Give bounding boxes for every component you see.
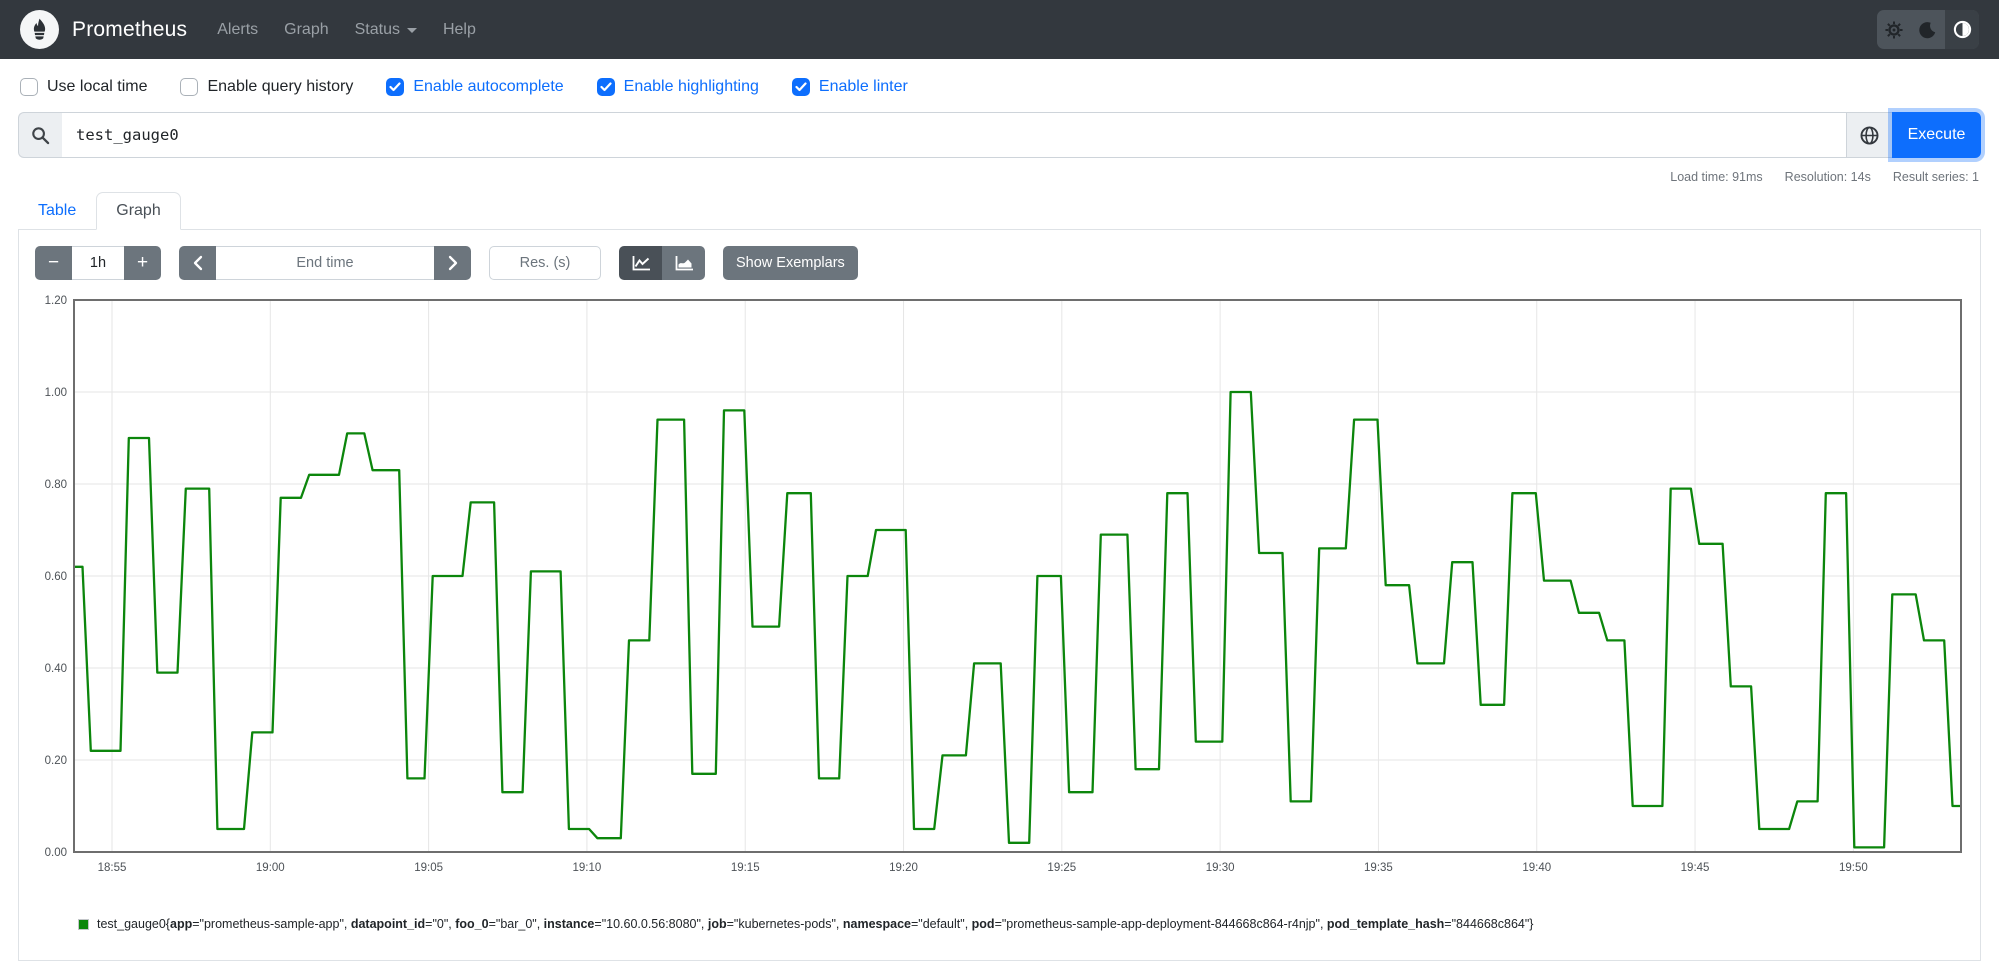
nav-item-graph[interactable]: Graph [284, 21, 328, 39]
svg-text:1.00: 1.00 [45, 387, 67, 399]
svg-text:19:40: 19:40 [1522, 862, 1551, 874]
option-use-local-time[interactable]: Use local time [20, 78, 147, 96]
query-bar: Execute [18, 112, 1981, 158]
query-stats: Load time: 91ms Resolution: 14s Result s… [0, 158, 1999, 188]
svg-text:0.20: 0.20 [45, 755, 67, 767]
svg-text:1.20: 1.20 [45, 295, 67, 307]
option-enable-highlighting[interactable]: Enable highlighting [596, 78, 759, 96]
svg-text:19:20: 19:20 [889, 862, 918, 874]
search-addon [18, 112, 62, 158]
auto-theme-button[interactable] [1945, 10, 1979, 49]
moon-icon [1919, 21, 1936, 38]
chevron-left-icon [193, 255, 202, 271]
option-label: Enable linter [818, 78, 908, 95]
svg-text:19:15: 19:15 [731, 862, 760, 874]
metrics-explorer-button[interactable] [1846, 112, 1892, 158]
svg-text:19:00: 19:00 [256, 862, 285, 874]
execute-button[interactable]: Execute [1892, 112, 1981, 158]
dark-theme-button[interactable] [1911, 10, 1945, 49]
svg-text:0.00: 0.00 [45, 847, 67, 859]
range-input[interactable] [72, 246, 124, 280]
graph-panel: − + [18, 230, 1981, 961]
svg-text:19:45: 19:45 [1681, 862, 1710, 874]
resolution-stat: Resolution: 14s [1784, 170, 1871, 184]
nav-menu: Alerts Graph Status Help [217, 21, 476, 39]
prometheus-logo[interactable] [20, 10, 59, 49]
svg-text:19:50: 19:50 [1839, 862, 1868, 874]
show-exemplars-button[interactable]: Show Exemplars [723, 246, 858, 280]
checked-checkbox-icon[interactable] [596, 78, 615, 96]
chevron-down-icon [406, 28, 417, 33]
unchecked-checkbox[interactable] [20, 78, 38, 96]
svg-text:19:25: 19:25 [1047, 862, 1076, 874]
query-options-row: Use local time Enable query history Enable… [0, 59, 1999, 110]
gear-icon [1885, 20, 1903, 39]
decrease-range-button[interactable]: − [35, 246, 72, 280]
shift-time-back-button[interactable] [179, 246, 216, 280]
panel-tabs: Table Graph [18, 192, 1981, 230]
app-title[interactable]: Prometheus [72, 18, 187, 42]
shift-time-forward-button[interactable] [434, 246, 471, 280]
line-chart-toggle-button[interactable] [619, 246, 662, 280]
svg-text:18:55: 18:55 [98, 862, 127, 874]
theme-toggle-group [1877, 10, 1979, 49]
series-color-swatch [78, 918, 89, 930]
series-label-text: test_gauge0{app="prometheus-sample-app",… [97, 917, 1534, 931]
unchecked-checkbox[interactable] [180, 78, 199, 96]
option-label: Enable autocomplete [413, 78, 564, 95]
line-chart-icon [632, 255, 650, 270]
svg-text:19:30: 19:30 [1206, 862, 1235, 874]
checked-checkbox-icon[interactable] [386, 78, 405, 96]
chevron-right-icon [448, 255, 457, 271]
resolution-input[interactable] [489, 246, 601, 280]
prometheus-torch-icon [33, 18, 46, 40]
option-enable-query-history[interactable]: Enable query history [180, 78, 353, 96]
globe-icon [1860, 126, 1879, 144]
increase-range-button[interactable]: + [124, 246, 161, 280]
nav-item-status-dropdown[interactable]: Status [355, 21, 417, 39]
option-enable-linter[interactable]: Enable linter [791, 78, 908, 96]
load-time-stat: Load time: 91ms [1670, 170, 1763, 184]
nav-item-alerts[interactable]: Alerts [217, 21, 258, 39]
svg-text:19:05: 19:05 [414, 862, 443, 874]
graph-chart[interactable]: 0.00 0.20 0.40 0.60 0.80 1.00 1.20 18:55 19:00 19… [34, 294, 1965, 893]
stacked-chart-toggle-button[interactable] [662, 246, 705, 280]
svg-text:0.40: 0.40 [45, 663, 67, 675]
time-series-chart[interactable]: 0.00 0.20 0.40 0.60 0.80 1.00 1.20 18:55 19:00 19… [34, 294, 1971, 888]
series-legend[interactable]: test_gauge0{app="prometheus-sample-app",… [78, 917, 1965, 931]
chart-type-toggle-group [619, 246, 705, 280]
nav-item-help[interactable]: Help [443, 21, 476, 39]
stacked-area-chart-icon [675, 255, 693, 270]
option-label: Enable highlighting [623, 78, 759, 95]
checked-checkbox-icon[interactable] [791, 78, 810, 96]
light-theme-button[interactable] [1877, 10, 1911, 49]
navbar: Prometheus Alerts Graph Status Help [0, 0, 1999, 59]
graph-controls: − + [35, 246, 1965, 280]
option-enable-autocomplete[interactable]: Enable autocomplete [386, 78, 564, 96]
contrast-half-circle-icon [1953, 20, 1971, 39]
range-control-group: − + [35, 246, 161, 280]
search-icon [32, 126, 50, 144]
tab-table[interactable]: Table [18, 192, 96, 230]
tab-graph[interactable]: Graph [96, 192, 181, 230]
end-time-control-group [179, 246, 471, 280]
end-time-input[interactable] [216, 246, 434, 280]
svg-text:0.80: 0.80 [45, 479, 67, 491]
option-label: Enable query history [207, 78, 354, 95]
svg-text:0.60: 0.60 [45, 571, 67, 583]
svg-text:19:10: 19:10 [573, 862, 602, 874]
expression-input[interactable] [62, 112, 1846, 158]
option-label: Use local time [47, 78, 148, 95]
result-series-stat: Result series: 1 [1892, 170, 1979, 184]
svg-text:19:35: 19:35 [1364, 862, 1393, 874]
